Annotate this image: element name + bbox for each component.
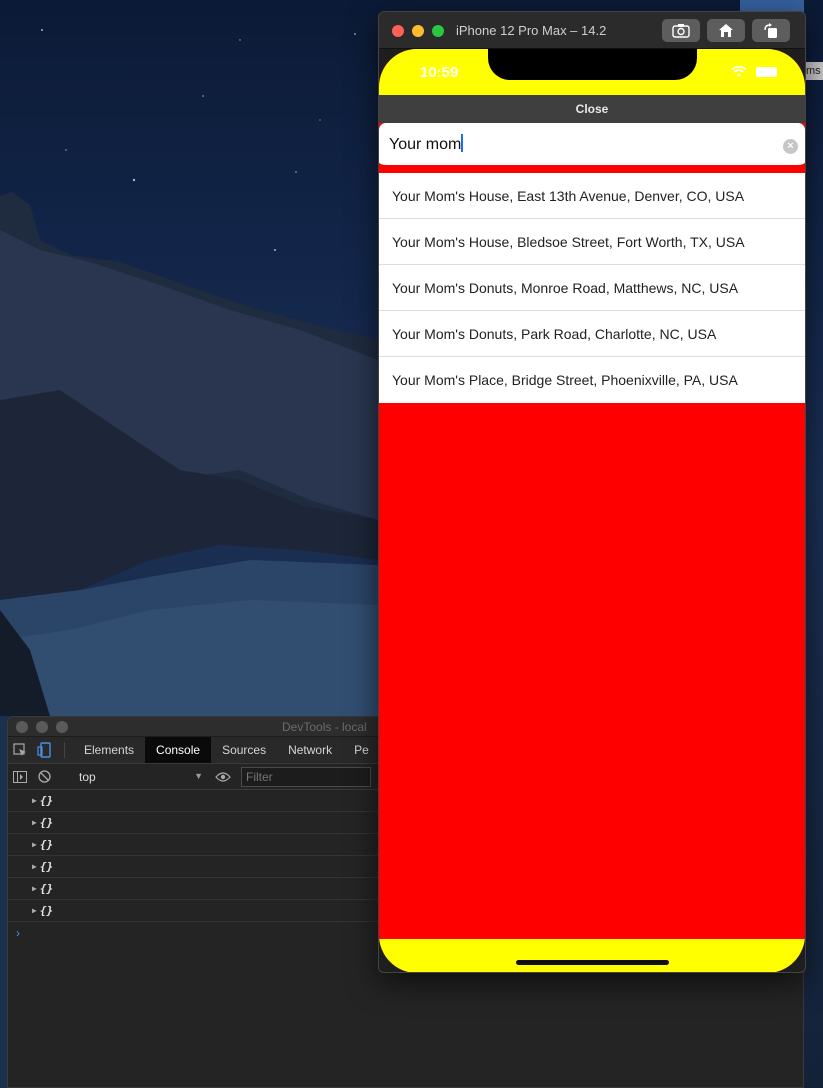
status-bar: 10:59 xyxy=(379,49,805,95)
tab-sources[interactable]: Sources xyxy=(211,737,277,763)
list-item[interactable]: Your Mom's Donuts, Park Road, Charlotte,… xyxy=(379,311,805,357)
list-item[interactable]: Your Mom's Donuts, Monroe Road, Matthews… xyxy=(379,265,805,311)
desktop-item-label[interactable]: ms xyxy=(806,62,823,80)
toolbar-divider xyxy=(64,742,65,758)
close-window-button[interactable] xyxy=(392,25,404,37)
context-selector[interactable]: top ▼ xyxy=(73,764,211,789)
clear-console-icon[interactable] xyxy=(32,770,56,783)
device-toolbar-icon[interactable] xyxy=(32,737,56,763)
bottom-safe-area xyxy=(379,939,805,972)
screenshot-icon xyxy=(672,24,690,38)
screenshot-button[interactable] xyxy=(662,19,700,42)
expand-triangle-icon[interactable]: ▶ xyxy=(32,906,37,915)
console-filter-input[interactable] xyxy=(241,766,371,787)
list-item[interactable]: Your Mom's House, East 13th Avenue, Denv… xyxy=(379,173,805,219)
tab-network[interactable]: Network xyxy=(277,737,343,763)
tab-elements[interactable]: Elements xyxy=(73,737,145,763)
expand-triangle-icon[interactable]: ▶ xyxy=(32,796,37,805)
minimize-window-button[interactable] xyxy=(36,721,48,733)
status-time: 10:59 xyxy=(420,64,459,81)
close-window-button[interactable] xyxy=(16,721,28,733)
tab-performance[interactable]: Pe xyxy=(343,737,380,763)
zoom-window-button[interactable] xyxy=(432,25,444,37)
autocomplete-results: Your Mom's House, East 13th Avenue, Denv… xyxy=(379,173,805,403)
battery-icon xyxy=(756,67,777,77)
show-sidebar-icon[interactable] xyxy=(8,770,32,783)
tab-console[interactable]: Console xyxy=(145,737,212,763)
home-icon xyxy=(719,24,733,37)
rotate-icon xyxy=(764,22,777,38)
search-field[interactable]: Your mom × xyxy=(379,123,805,169)
devtools-title: DevTools - local xyxy=(282,720,367,734)
search-input-value: Your mom xyxy=(389,136,462,153)
expand-triangle-icon[interactable]: ▶ xyxy=(32,840,37,849)
context-selector-value: top xyxy=(79,769,96,784)
inspect-element-icon[interactable] xyxy=(8,737,32,763)
home-button[interactable] xyxy=(707,19,745,42)
list-item[interactable]: Your Mom's House, Bledsoe Street, Fort W… xyxy=(379,219,805,265)
simulator-window: iPhone 12 Pro Max – 14.2 10:59 Close You… xyxy=(378,11,806,973)
simulator-title: iPhone 12 Pro Max – 14.2 xyxy=(456,23,607,38)
phone-screen: 10:59 Close Your mom × Your Mom's House,… xyxy=(379,49,805,972)
minimize-window-button[interactable] xyxy=(412,25,424,37)
list-item[interactable]: Your Mom's Place, Bridge Street, Phoenix… xyxy=(379,357,805,403)
text-caret xyxy=(461,134,464,152)
expand-triangle-icon[interactable]: ▶ xyxy=(32,862,37,871)
home-indicator[interactable] xyxy=(516,960,669,965)
phone-notch xyxy=(488,49,697,80)
clear-search-icon[interactable]: × xyxy=(783,139,798,154)
expand-triangle-icon[interactable]: ▶ xyxy=(32,884,37,893)
eye-icon[interactable] xyxy=(211,771,235,782)
close-button[interactable]: Close xyxy=(379,95,805,123)
rotate-button[interactable] xyxy=(752,19,790,42)
zoom-window-button[interactable] xyxy=(56,721,68,733)
wifi-icon xyxy=(731,66,747,77)
search-input[interactable]: Your mom xyxy=(389,134,464,154)
expand-triangle-icon[interactable]: ▶ xyxy=(32,818,37,827)
simulator-titlebar[interactable]: iPhone 12 Pro Max – 14.2 xyxy=(379,12,805,49)
dropdown-arrow-icon: ▼ xyxy=(194,771,203,781)
